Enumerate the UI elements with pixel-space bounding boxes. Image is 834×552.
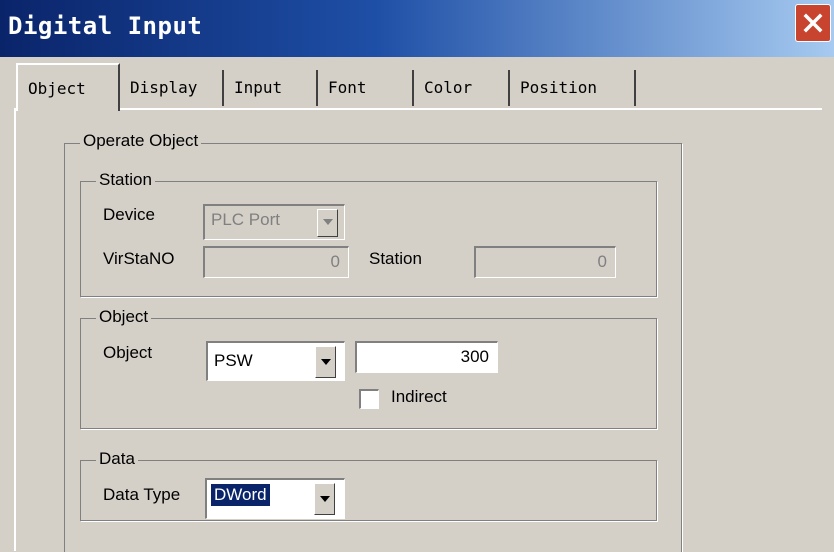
virstano-field[interactable]: 0 [203,246,349,278]
object-type-select[interactable]: PSW [206,341,345,381]
tab-display[interactable]: Display [120,70,224,106]
device-select[interactable]: PLC Port [203,204,345,240]
device-label: Device [103,205,155,224]
station-group-label: Station [96,170,155,190]
station-field[interactable]: 0 [474,246,616,278]
tab-object-label: Object [28,79,86,98]
object-group [80,318,657,429]
tab-font[interactable]: Font [318,70,414,106]
data-group-label: Data [96,449,138,469]
object-address-field[interactable]: 300 [355,341,498,373]
tab-display-label: Display [130,78,198,97]
chevron-down-icon [323,219,333,225]
window-title: Digital Input [8,12,203,40]
tab-input-label: Input [234,78,283,97]
tab-object[interactable]: Object [16,63,120,111]
tab-font-label: Font [328,78,367,97]
chevron-down-icon [320,496,330,502]
tab-color[interactable]: Color [414,70,510,106]
device-value: PLC Port [211,210,280,229]
indirect-label: Indirect [391,387,447,406]
station-value: 0 [597,252,607,271]
object-address-value: 300 [460,347,489,366]
title-bar: Digital Input [0,0,834,57]
data-type-value: DWord [210,483,271,507]
object-type-value: PSW [214,351,253,370]
data-type-label: Data Type [103,485,181,504]
close-icon [803,13,823,33]
tab-input[interactable]: Input [224,70,318,106]
virstano-label: VirStaNO [103,249,175,268]
tab-color-label: Color [424,78,473,97]
operate-object-label: Operate Object [80,131,202,151]
station-group [80,181,657,297]
data-type-dropdown-button[interactable] [314,483,335,515]
tab-position[interactable]: Position [510,70,636,106]
station-label: Station [369,249,422,268]
virstano-value: 0 [330,252,340,271]
chevron-down-icon [321,359,331,365]
close-button[interactable] [795,4,831,42]
indirect-checkbox[interactable] [359,389,379,409]
object-group-label: Object [96,307,152,327]
object-label: Object [103,343,153,362]
data-type-select[interactable]: DWord [205,478,345,519]
tab-position-label: Position [520,78,598,97]
device-dropdown-button[interactable] [317,209,338,237]
object-type-dropdown-button[interactable] [315,346,336,378]
